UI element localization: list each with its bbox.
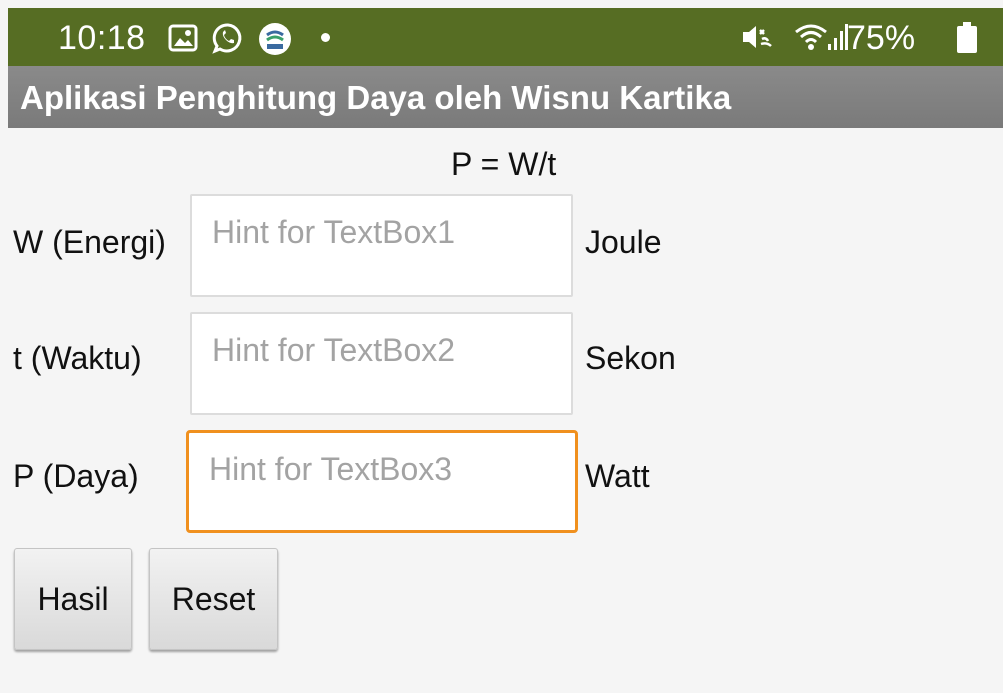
time-label: t (Waktu) [13, 340, 142, 376]
energy-unit: Joule [585, 224, 662, 260]
whatsapp-icon [212, 22, 244, 59]
signal-icon [828, 22, 848, 57]
status-bar: 10:18 75% [8, 8, 1003, 66]
power-input[interactable]: Hint for TextBox3 [186, 430, 578, 533]
formula-label: P = W/t [451, 146, 557, 182]
energy-input[interactable]: Hint for TextBox1 [190, 194, 573, 297]
power-input-hint: Hint for TextBox3 [209, 451, 453, 487]
energy-label: W (Energi) [13, 224, 166, 260]
gallery-icon [168, 24, 198, 57]
wifi-icon [794, 20, 828, 57]
time-input[interactable]: Hint for TextBox2 [190, 312, 573, 415]
app-screen: 10:18 75% Aplikasi Penghitung Daya oleh … [0, 0, 1003, 693]
time-input-hint: Hint for TextBox2 [212, 332, 456, 368]
bmkg-icon [258, 22, 292, 61]
energy-input-hint: Hint for TextBox1 [212, 214, 456, 250]
dot-icon [321, 33, 330, 42]
power-unit: Watt [585, 458, 650, 494]
hasil-button[interactable]: Hasil [14, 548, 132, 650]
power-label: P (Daya) [13, 458, 139, 494]
status-time: 10:18 [58, 19, 146, 57]
time-unit: Sekon [585, 340, 676, 376]
app-title: Aplikasi Penghitung Daya oleh Wisnu Kart… [20, 79, 732, 116]
reset-button[interactable]: Reset [149, 548, 278, 650]
mute-icon [740, 22, 774, 57]
battery-percentage: 75% [847, 19, 916, 57]
app-title-bar: Aplikasi Penghitung Daya oleh Wisnu Kart… [8, 66, 1003, 128]
battery-icon [956, 22, 978, 59]
